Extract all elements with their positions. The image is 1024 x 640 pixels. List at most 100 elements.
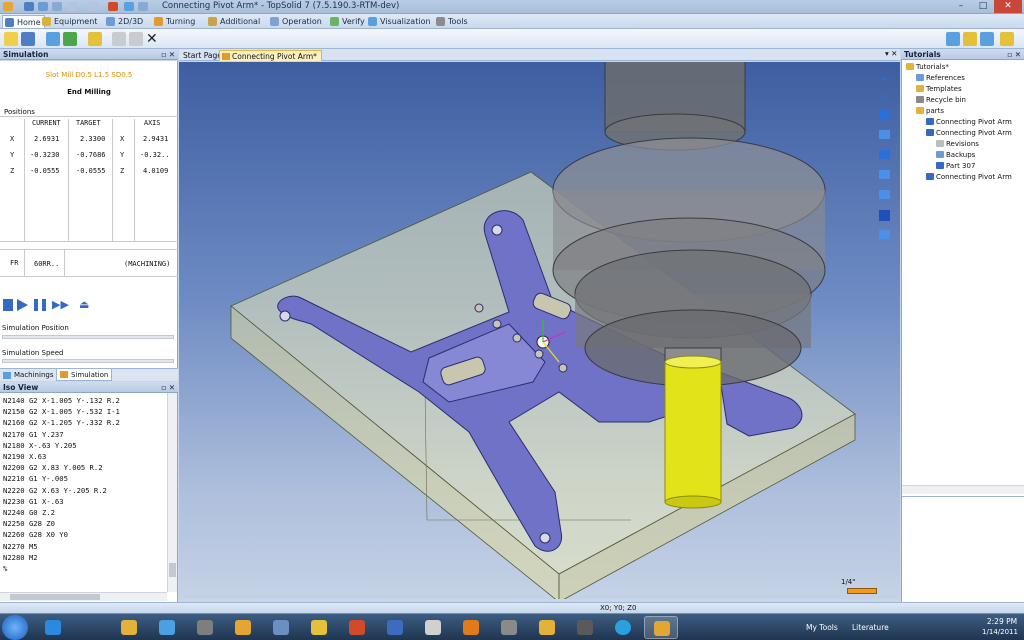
player-icon[interactable] <box>463 620 479 635</box>
tab-verify[interactable]: Verify <box>328 15 368 28</box>
pause-button[interactable] <box>34 299 46 311</box>
app-icon-13[interactable] <box>539 620 555 635</box>
tab-2d3d[interactable]: 2D/3D <box>104 15 146 28</box>
notes-icon[interactable] <box>425 620 441 635</box>
topsolid-icon[interactable] <box>235 620 251 635</box>
start-button[interactable] <box>2 615 28 640</box>
refresh-icon[interactable] <box>124 2 134 11</box>
outlook-icon[interactable] <box>387 620 403 635</box>
media-icon[interactable] <box>159 620 175 635</box>
pan-icon[interactable]: ⊹ <box>879 92 887 103</box>
export-icon[interactable] <box>63 32 77 46</box>
tree-node-icon <box>916 85 924 92</box>
layout-icon-2[interactable] <box>963 32 977 46</box>
view-cube-icon[interactable] <box>879 210 890 221</box>
copy-icon[interactable] <box>112 32 126 46</box>
file-explorer-icon[interactable] <box>121 620 137 635</box>
toolbar-my-tools[interactable]: My Tools <box>806 623 838 632</box>
tab-tools[interactable]: Tools <box>434 15 471 28</box>
tab-home[interactable]: Home <box>2 15 45 28</box>
open-icon[interactable] <box>38 2 48 11</box>
new-document-icon[interactable] <box>4 32 18 46</box>
internet-explorer-icon[interactable] <box>45 620 61 635</box>
undo-icon[interactable] <box>68 2 78 11</box>
tab-turning[interactable]: Turning <box>152 15 198 28</box>
zoom-search-icon[interactable] <box>879 190 890 199</box>
print-icon[interactable] <box>52 2 62 11</box>
tab-operation[interactable]: Operation <box>268 15 325 28</box>
tree-item[interactable]: parts <box>916 107 944 115</box>
tab-simulation[interactable]: Simulation <box>56 369 113 381</box>
minimize-button[interactable]: – <box>950 0 972 13</box>
doc-close-icon[interactable]: ▾ ✕ <box>885 49 897 58</box>
tab-equipment[interactable]: Equipment <box>40 15 100 28</box>
view-options-icon[interactable] <box>879 230 890 239</box>
import-icon[interactable] <box>46 32 60 46</box>
title-bar: Connecting Pivot Arm* - TopSolid 7 (7.5.… <box>0 0 1024 14</box>
view-fit-icon[interactable] <box>879 110 890 119</box>
zoom-in-icon[interactable]: + <box>880 74 888 85</box>
sim-speed-slider[interactable] <box>2 359 174 363</box>
pdf-icon[interactable] <box>349 620 365 635</box>
horizontal-scrollbar[interactable] <box>902 485 1024 494</box>
redo-icon[interactable] <box>88 2 98 11</box>
paste-icon[interactable] <box>129 32 143 46</box>
app-icon-6[interactable] <box>273 620 289 635</box>
delete-icon[interactable]: ✕ <box>146 32 160 46</box>
clock-time[interactable]: 2:29 PM <box>984 617 1020 626</box>
tab-additional[interactable]: Additional <box>206 15 263 28</box>
tree-item[interactable]: Connecting Pivot Arm <box>926 173 1012 181</box>
fast-forward-button[interactable]: ▶▶ <box>52 299 69 311</box>
eject-button[interactable]: ⏏ <box>79 299 89 311</box>
scrollbar-thumb[interactable] <box>169 563 176 577</box>
play-button[interactable] <box>17 299 28 311</box>
save-icon[interactable] <box>21 32 35 46</box>
app-icon-12[interactable] <box>501 620 517 635</box>
window-title: Connecting Pivot Arm* - TopSolid 7 (7.5.… <box>162 1 400 11</box>
tree-item[interactable]: Recycle bin <box>916 96 966 104</box>
close-button[interactable]: ✕ <box>994 0 1022 13</box>
app-icon-14[interactable] <box>577 620 593 635</box>
vertical-scrollbar[interactable] <box>167 393 177 592</box>
zoom-window-icon[interactable] <box>879 170 890 179</box>
gcode-line: N2160 G2 X-1.205 Y-.332 R.2 <box>3 418 120 428</box>
tree-item[interactable]: Templates <box>916 85 962 93</box>
3d-viewport[interactable]: + ⊹ 1/4" <box>179 62 900 599</box>
skype-icon[interactable] <box>615 620 631 635</box>
pin-icon[interactable]: ▫ ✕ <box>161 382 175 393</box>
tab-connecting-pivot-arm[interactable]: Connecting Pivot Arm* <box>219 50 322 61</box>
options-icon[interactable] <box>138 2 148 11</box>
tree-item[interactable]: Part 307 <box>936 162 975 170</box>
tree-item[interactable]: Connecting Pivot Arm <box>926 118 1012 126</box>
tab-machinings[interactable]: Machinings <box>2 370 53 381</box>
gcode-line: % <box>3 564 8 573</box>
tree-item[interactable]: Tutorials* <box>906 63 949 71</box>
app-icon[interactable] <box>3 2 13 11</box>
horizontal-scrollbar[interactable] <box>0 592 167 601</box>
tab-visualization[interactable]: Visualization <box>366 15 434 28</box>
view-grid-icon[interactable] <box>879 150 890 159</box>
pin-icon[interactable]: ▫ ✕ <box>161 49 175 60</box>
toolbar-literature[interactable]: Literature <box>852 623 889 632</box>
clock-date[interactable]: 1/14/2011 <box>978 628 1022 636</box>
tree-item-label: Connecting Pivot Arm <box>936 129 1012 137</box>
tree-item[interactable]: References <box>916 74 965 82</box>
stop-button[interactable] <box>3 299 13 311</box>
import-icon[interactable] <box>108 2 118 11</box>
pin-icon[interactable]: ▫ ✕ <box>1007 49 1021 60</box>
maximize-button[interactable]: □ <box>972 0 994 13</box>
view-front-icon[interactable] <box>879 130 890 139</box>
app-icon-4[interactable] <box>197 620 213 635</box>
scrollbar-thumb[interactable] <box>10 594 100 600</box>
sim-position-slider[interactable] <box>2 335 174 339</box>
app-icon-7[interactable] <box>311 620 327 635</box>
save-icon[interactable] <box>24 2 34 11</box>
tree-item[interactable]: Backups <box>936 151 975 159</box>
topsolid-active-icon[interactable] <box>654 621 670 636</box>
settings-icon[interactable] <box>88 32 102 46</box>
layout-icon-1[interactable] <box>946 32 960 46</box>
tree-item[interactable]: Connecting Pivot Arm <box>926 129 1012 137</box>
layout-icon-4[interactable] <box>1000 32 1014 46</box>
layout-icon-3[interactable] <box>980 32 994 46</box>
tree-item[interactable]: Revisions <box>936 140 979 148</box>
